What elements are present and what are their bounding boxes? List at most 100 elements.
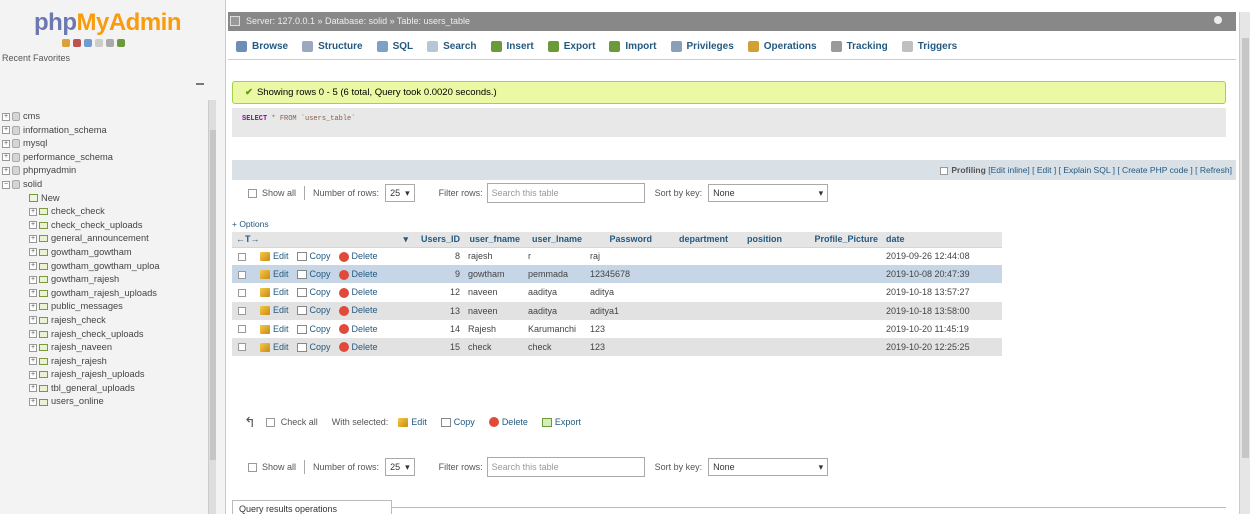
delete-row-button[interactable]: Delete: [338, 269, 378, 280]
expand-icon[interactable]: +: [29, 275, 37, 284]
expand-icon[interactable]: +: [29, 248, 37, 257]
breadcrumb-text[interactable]: Server: 127.0.0.1 » Database: solid » Ta…: [246, 16, 470, 26]
docs-icon[interactable]: [95, 39, 103, 47]
copy-row-button[interactable]: Copy: [296, 287, 331, 298]
sort-select-bottom[interactable]: None ▾: [708, 458, 829, 476]
cell-lname[interactable]: aaditya: [524, 301, 586, 320]
cell-fname[interactable]: check: [464, 337, 524, 357]
cell-password[interactable]: aditya: [586, 283, 656, 302]
expand-icon[interactable]: +: [29, 316, 37, 325]
copy-row-button[interactable]: Copy: [296, 305, 331, 316]
table-row[interactable]: Edit Copy Delete 13 naveen aaditya aditya1 2019…: [232, 301, 1002, 320]
tree-item[interactable]: + performance_schema: [0, 151, 208, 165]
table-row[interactable]: Edit Copy Delete 15 check check 123 2019-10-20 …: [232, 337, 1002, 357]
cell-password[interactable]: 123: [586, 319, 656, 338]
bulk-export-button[interactable]: Export: [541, 417, 581, 428]
expand-icon[interactable]: +: [29, 234, 37, 243]
settings-gear-icon[interactable]: [1214, 16, 1222, 24]
tree-item[interactable]: + gowtham_rajesh: [0, 273, 208, 287]
table-row[interactable]: Edit Copy Delete 14 Rajesh Karumanchi 123 2019-…: [232, 319, 1002, 338]
cell-password[interactable]: 123: [586, 337, 656, 357]
expand-icon[interactable]: +: [2, 112, 10, 121]
copy-row-button[interactable]: Copy: [296, 251, 331, 262]
recent-favorites-tabs[interactable]: Recent Favorites: [2, 53, 70, 63]
edit-row-button[interactable]: Edit: [260, 305, 289, 316]
bulk-delete-button[interactable]: Delete: [488, 417, 528, 428]
cell-id[interactable]: 9: [412, 265, 464, 284]
cell-lname[interactable]: Karumanchi: [524, 319, 586, 338]
tab-browse[interactable]: Browse: [228, 33, 294, 60]
show-all-checkbox[interactable]: [248, 188, 257, 198]
edit-row-button[interactable]: Edit: [260, 287, 289, 298]
cell-date[interactable]: 2019-09-26 12:44:08: [882, 247, 1002, 266]
cell-id[interactable]: 8: [412, 247, 464, 266]
expand-icon[interactable]: +: [2, 139, 10, 148]
row-checkbox[interactable]: [238, 306, 246, 315]
edit-row-button[interactable]: Edit: [260, 342, 289, 352]
cell-date[interactable]: 2019-10-20 12:25:25: [882, 337, 1002, 357]
cell-department[interactable]: [656, 319, 732, 338]
cell-position[interactable]: [732, 319, 786, 338]
delete-row-button[interactable]: Delete: [338, 324, 378, 335]
tree-item[interactable]: + information_schema: [0, 124, 208, 138]
edit-row-button[interactable]: Edit: [260, 269, 289, 280]
tab-tracking[interactable]: Tracking: [823, 33, 894, 60]
column-header[interactable]: position: [732, 232, 786, 248]
query-action-links[interactable]: [Edit inline] [ Edit ] [ Explain SQL ] […: [988, 165, 1232, 175]
rows-select-bottom[interactable]: 25 ▾: [385, 458, 415, 476]
cell-date[interactable]: 2019-10-20 11:45:19: [882, 319, 1002, 338]
tab-structure[interactable]: Structure: [294, 33, 368, 60]
tab-privileges[interactable]: Privileges: [663, 33, 740, 60]
row-checkbox[interactable]: [238, 288, 246, 297]
delete-row-button[interactable]: Delete: [338, 305, 378, 316]
tree-item[interactable]: + gowtham_gowtham: [0, 246, 208, 260]
delete-row-button[interactable]: Delete: [338, 287, 378, 298]
cell-lname[interactable]: r: [524, 247, 586, 266]
cell-picture[interactable]: [786, 247, 882, 266]
column-header[interactable]: Password: [586, 232, 656, 248]
expand-icon[interactable]: −: [2, 180, 10, 189]
tab-search[interactable]: Search: [419, 33, 482, 60]
cell-id[interactable]: 14: [412, 319, 464, 338]
expand-icon[interactable]: +: [29, 330, 37, 339]
tab-insert[interactable]: Insert: [483, 33, 540, 60]
column-header[interactable]: user_fname: [464, 232, 524, 248]
tree-item[interactable]: + gowtham_gowtham_uploa: [0, 260, 208, 274]
column-header[interactable]: Profile_Picture: [786, 232, 882, 248]
cell-id[interactable]: 15: [412, 337, 464, 357]
expand-icon[interactable]: +: [2, 126, 10, 135]
tab-operations[interactable]: Operations: [740, 33, 823, 60]
tree-item[interactable]: + gowtham_rajesh_uploads: [0, 287, 208, 301]
copy-row-button[interactable]: Copy: [296, 324, 331, 334]
tree-item[interactable]: + public_messages: [0, 300, 208, 314]
help-icon[interactable]: [84, 39, 92, 47]
cell-picture[interactable]: [786, 283, 882, 302]
tree-item[interactable]: + check_check_uploads: [0, 219, 208, 233]
rows-select[interactable]: 25 ▾: [385, 184, 415, 202]
sql-query-box[interactable]: SELECT * FROM `users_table`: [232, 108, 1226, 137]
sort-select[interactable]: None ▾: [708, 184, 829, 202]
cell-picture[interactable]: [786, 319, 882, 338]
column-header[interactable]: date: [882, 232, 1002, 248]
cell-fname[interactable]: rajesh: [464, 247, 524, 266]
cell-id[interactable]: 13: [412, 301, 464, 320]
tab-sql[interactable]: SQL: [369, 33, 420, 60]
cell-position[interactable]: [732, 337, 786, 357]
copy-row-button[interactable]: Copy: [296, 342, 331, 352]
expand-icon[interactable]: +: [29, 262, 37, 271]
cell-department[interactable]: [656, 265, 732, 284]
cell-lname[interactable]: check: [524, 337, 586, 357]
cell-date[interactable]: 2019-10-08 20:47:39: [882, 265, 1002, 284]
tree-item[interactable]: + mysql: [0, 137, 208, 151]
bulk-edit-button[interactable]: Edit: [398, 417, 427, 428]
tree-item[interactable]: New: [0, 192, 208, 206]
phpmyadmin-logo[interactable]: phpMyAdmin: [34, 9, 181, 37]
delete-row-button[interactable]: Delete: [338, 342, 378, 353]
expand-icon[interactable]: +: [29, 384, 37, 393]
cell-position[interactable]: [732, 265, 786, 284]
column-header[interactable]: Users_ID: [412, 232, 464, 248]
tree-item[interactable]: + rajesh_check_uploads: [0, 328, 208, 342]
cell-lname[interactable]: pemmada: [524, 265, 586, 284]
table-row[interactable]: Edit Copy Delete 9 gowtham pemmada 12345678 201…: [232, 265, 1002, 284]
tree-item[interactable]: + rajesh_naveen: [0, 341, 208, 355]
